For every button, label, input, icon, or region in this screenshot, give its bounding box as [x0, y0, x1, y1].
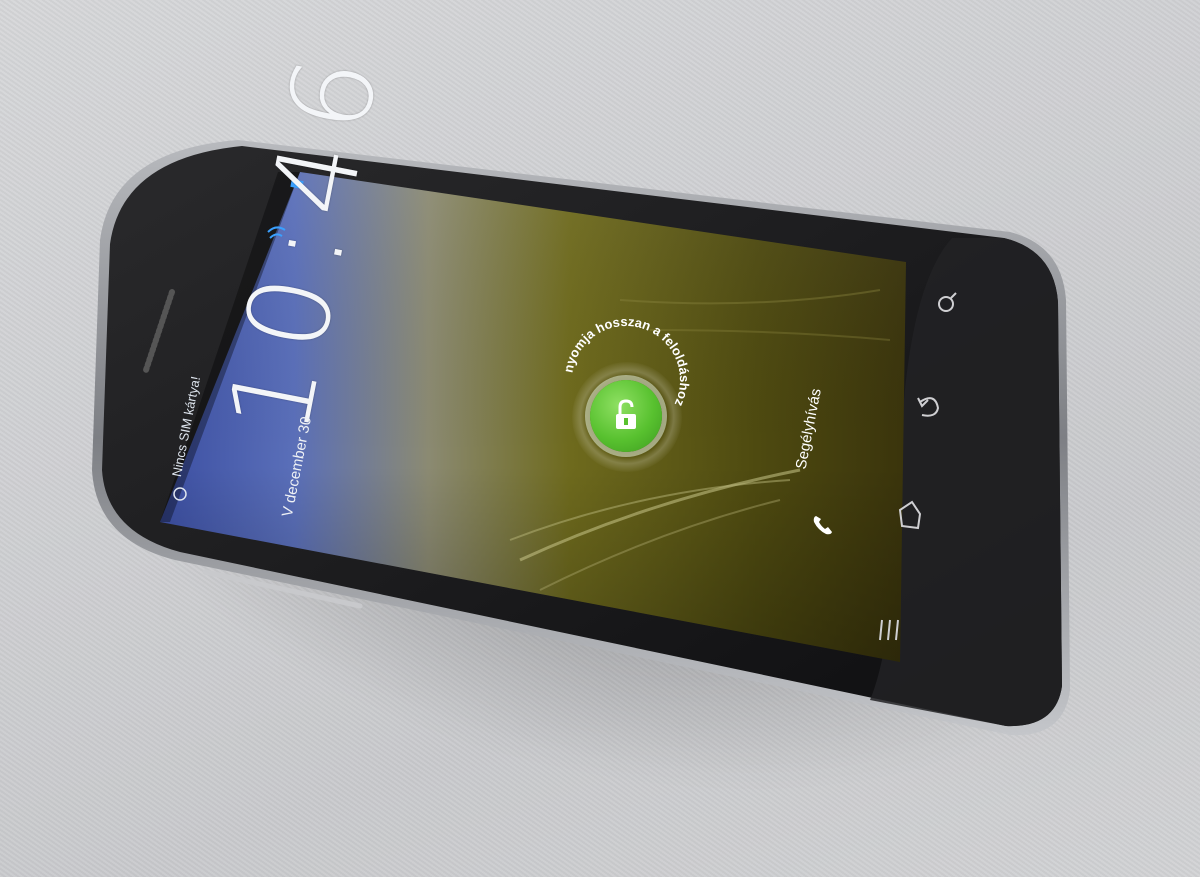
- phone-icon[interactable]: [810, 512, 836, 538]
- photo-scene: { "scene": { "description_free": true },…: [0, 0, 1200, 877]
- lock-open-icon: [616, 399, 636, 429]
